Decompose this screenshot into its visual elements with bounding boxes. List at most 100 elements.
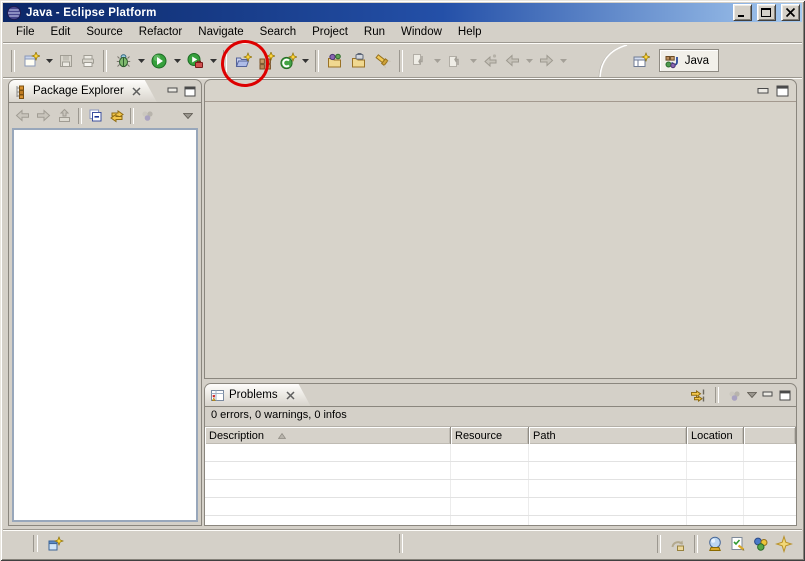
- overview-icon[interactable]: [705, 535, 724, 554]
- pe-back-button[interactable]: [12, 106, 33, 126]
- tab-package-explorer[interactable]: Package Explorer: [9, 80, 157, 102]
- forward-button[interactable]: [535, 49, 557, 73]
- maximize-button[interactable]: [757, 4, 776, 21]
- previous-annotation-dropdown[interactable]: [467, 49, 479, 73]
- samples-icon[interactable]: [751, 535, 770, 554]
- editor-minimize-icon[interactable]: [757, 86, 770, 96]
- debug-button[interactable]: [111, 49, 135, 73]
- pe-link-with-editor-button[interactable]: [106, 106, 127, 126]
- menu-navigate[interactable]: Navigate: [190, 23, 251, 41]
- problems-minimize-icon[interactable]: [762, 390, 774, 400]
- menu-help[interactable]: Help: [450, 23, 490, 41]
- toolbar-separator: [223, 50, 227, 72]
- problems-tab-row: Problems: [205, 384, 796, 407]
- run-external-tools-button[interactable]: [183, 49, 207, 73]
- open-type-button[interactable]: [323, 49, 347, 73]
- whats-new-icon[interactable]: [774, 535, 793, 554]
- run-button[interactable]: [147, 49, 171, 73]
- debug-dropdown[interactable]: [135, 49, 147, 73]
- problems-table-header: Description Resource Path Location: [205, 426, 796, 444]
- next-annotation-button[interactable]: [407, 49, 431, 73]
- back-dropdown[interactable]: [523, 49, 535, 73]
- search-button[interactable]: [371, 49, 395, 73]
- tab-problems[interactable]: Problems: [205, 384, 311, 406]
- open-perspective-button[interactable]: [629, 49, 653, 73]
- pe-collapse-all-button[interactable]: [85, 106, 106, 126]
- column-header-description[interactable]: Description: [205, 427, 451, 444]
- print-button[interactable]: [77, 49, 99, 73]
- table-row: [205, 444, 796, 462]
- pe-forward-button[interactable]: [33, 106, 54, 126]
- toolbar-separator: [399, 50, 403, 72]
- restore-welcome-icon[interactable]: [668, 535, 687, 554]
- next-annotation-dropdown[interactable]: [431, 49, 443, 73]
- window-title: Java - Eclipse Platform: [25, 7, 728, 19]
- pe-view-menu-icon[interactable]: [177, 106, 198, 126]
- save-button[interactable]: [55, 49, 77, 73]
- sort-ascending-icon: [278, 433, 286, 439]
- tutorials-icon[interactable]: [728, 535, 747, 554]
- pe-up-button[interactable]: [54, 106, 75, 126]
- toolbar-grip[interactable]: [11, 50, 15, 72]
- package-explorer-icon: [14, 84, 29, 99]
- table-row: [205, 516, 796, 525]
- problems-view-menu-icon[interactable]: [747, 392, 757, 398]
- menu-run[interactable]: Run: [356, 23, 393, 41]
- forward-dropdown[interactable]: [557, 49, 569, 73]
- back-button[interactable]: [501, 49, 523, 73]
- new-wizard-dropdown[interactable]: [43, 49, 55, 73]
- menu-file[interactable]: File: [8, 23, 43, 41]
- menu-source[interactable]: Source: [78, 23, 130, 41]
- column-header-location[interactable]: Location: [687, 427, 744, 444]
- run-external-tools-dropdown[interactable]: [207, 49, 219, 73]
- problems-maximize-icon[interactable]: [779, 390, 791, 401]
- table-row: [205, 498, 796, 516]
- fast-view-bar-grip[interactable]: [33, 535, 38, 552]
- perspective-java-button[interactable]: Java: [659, 49, 719, 72]
- pe-view-menu-spheres-icon[interactable]: [137, 106, 158, 126]
- status-bar-separator: [399, 534, 403, 553]
- pe-toolbar-separator: [130, 108, 134, 124]
- problems-table-body[interactable]: [205, 444, 796, 525]
- menu-search[interactable]: Search: [252, 23, 304, 41]
- tab-package-explorer-close-icon[interactable]: [132, 87, 141, 96]
- status-bar: [3, 529, 802, 558]
- problems-view-menu-spheres-icon[interactable]: [727, 389, 742, 402]
- new-java-project-button[interactable]: [231, 49, 255, 73]
- package-explorer-tree[interactable]: [12, 128, 198, 522]
- menu-window[interactable]: Window: [393, 23, 450, 41]
- package-explorer-tab-row: Package Explorer: [9, 80, 201, 103]
- problems-toolbar-separator: [715, 387, 719, 403]
- fast-view-button[interactable]: [45, 534, 65, 554]
- workbench-area: Package Explorer: [3, 78, 802, 529]
- menu-project[interactable]: Project: [304, 23, 356, 41]
- column-header-path[interactable]: Path: [529, 427, 687, 444]
- column-header-resource[interactable]: Resource: [451, 427, 529, 444]
- close-button[interactable]: [781, 4, 800, 21]
- run-dropdown[interactable]: [171, 49, 183, 73]
- toolbar-separator: [315, 50, 319, 72]
- package-explorer-viewbtns: [167, 80, 201, 102]
- table-row: [205, 480, 796, 498]
- open-type-hierarchy-button[interactable]: [347, 49, 371, 73]
- menu-refactor[interactable]: Refactor: [131, 23, 190, 41]
- new-class-button[interactable]: [277, 49, 299, 73]
- column-header-filler: [744, 427, 796, 444]
- minimize-button[interactable]: [733, 4, 752, 21]
- last-edit-location-button[interactable]: [479, 49, 501, 73]
- package-explorer-minimize-icon[interactable]: [167, 86, 179, 96]
- menu-edit[interactable]: Edit: [43, 23, 79, 41]
- problems-filter-icon[interactable]: [690, 388, 707, 403]
- previous-annotation-button[interactable]: [443, 49, 467, 73]
- package-explorer-maximize-icon[interactable]: [184, 86, 196, 97]
- eclipse-logo-icon: [6, 5, 22, 21]
- editor-maximize-icon[interactable]: [776, 85, 789, 97]
- tab-problems-label: Problems: [229, 389, 278, 401]
- tray-separator: [657, 535, 661, 553]
- tab-problems-close-icon[interactable]: [286, 391, 295, 400]
- new-class-dropdown[interactable]: [299, 49, 311, 73]
- welcome-tray: [654, 533, 793, 555]
- problems-viewbtns: [690, 384, 796, 406]
- new-java-package-button[interactable]: [255, 49, 277, 73]
- new-wizard-button[interactable]: [19, 49, 43, 73]
